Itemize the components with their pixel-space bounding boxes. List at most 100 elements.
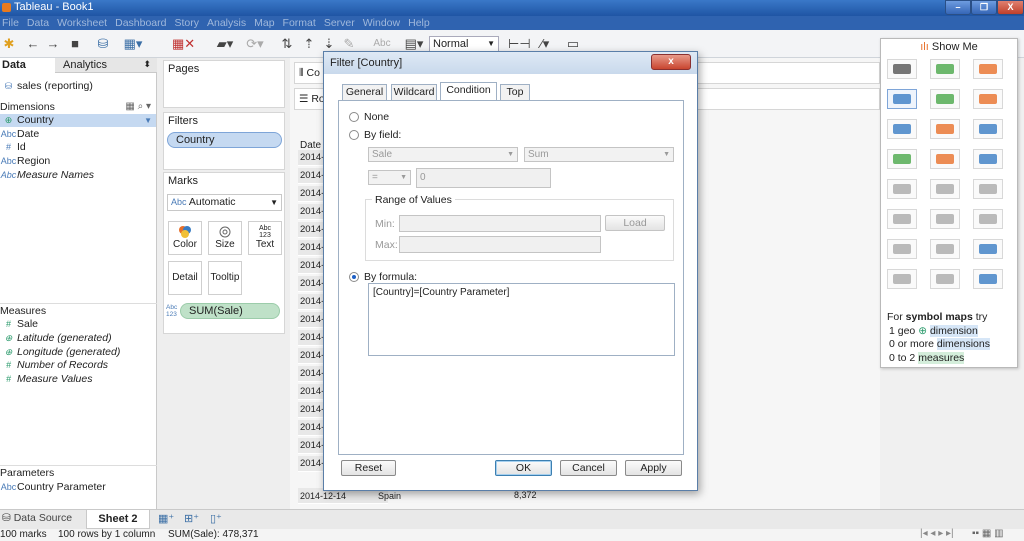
- max-input[interactable]: [399, 236, 601, 253]
- measure-pill-sum-sale[interactable]: SUM(Sale): [180, 303, 280, 319]
- menu-data[interactable]: Data: [23, 16, 53, 30]
- formula-textarea[interactable]: [Country]=[Country Parameter]: [368, 283, 675, 356]
- operator-select[interactable]: = ▼: [368, 170, 411, 185]
- pages-card[interactable]: Pages: [163, 60, 285, 108]
- chart-type-discrete-lines[interactable]: [930, 179, 960, 199]
- dimension-country[interactable]: ⊕ Country ▼: [0, 114, 156, 127]
- menu-map[interactable]: Map: [250, 16, 278, 30]
- menu-server[interactable]: Server: [320, 16, 359, 30]
- highlight-icon[interactable]: ▰▾: [214, 36, 236, 52]
- menu-dashboard[interactable]: Dashboard: [111, 16, 170, 30]
- color-button[interactable]: Color: [168, 221, 202, 255]
- chart-type-text-table[interactable]: [887, 59, 917, 79]
- menu-format[interactable]: Format: [279, 16, 320, 30]
- field-select[interactable]: Sale ▼: [368, 147, 518, 162]
- tab-general[interactable]: General: [342, 84, 387, 100]
- tableau-logo-icon[interactable]: ✱: [2, 36, 16, 52]
- measure-latitude[interactable]: ⊕ Latitude (generated): [0, 332, 112, 345]
- chart-type-heat-map[interactable]: [930, 59, 960, 79]
- min-input[interactable]: [399, 215, 601, 232]
- chart-type-scatter-plot[interactable]: [887, 239, 917, 259]
- aggregation-select[interactable]: Sum ▼: [524, 147, 674, 162]
- new-datasource-icon[interactable]: ⛁: [96, 36, 110, 52]
- chart-type-side-by-side-circles[interactable]: [973, 149, 1003, 169]
- menu-worksheet[interactable]: Worksheet: [53, 16, 111, 30]
- menu-analysis[interactable]: Analysis: [203, 16, 250, 30]
- search-icon[interactable]: ▦ ⌕ ▾: [125, 100, 151, 114]
- radio-by-field[interactable]: [349, 130, 359, 140]
- presentation-icon[interactable]: ∕▾: [534, 36, 556, 52]
- chart-type-symbol-map[interactable]: [887, 89, 917, 109]
- mark-type-select[interactable]: Abc Automatic ▼: [167, 194, 282, 211]
- measure-longitude[interactable]: ⊕ Longitude (generated): [0, 346, 121, 359]
- radio-by-formula[interactable]: [349, 272, 359, 282]
- tab-top[interactable]: Top: [500, 84, 530, 100]
- radio-none[interactable]: [349, 112, 359, 122]
- chart-type-packed-bubbles[interactable]: [973, 269, 1003, 289]
- chart-type-stacked-bars[interactable]: [930, 119, 960, 139]
- fix-axes-icon[interactable]: ⊢⊣: [508, 36, 531, 52]
- chart-type-bullet-graph[interactable]: [930, 269, 960, 289]
- size-button[interactable]: Size: [208, 221, 242, 255]
- pencil-icon[interactable]: ✎: [342, 36, 356, 52]
- filters-card[interactable]: Filters Country: [163, 112, 285, 170]
- tab-analytics[interactable]: Analytics: [63, 58, 107, 73]
- chart-type-filled-map[interactable]: [930, 89, 960, 109]
- value-input[interactable]: 0: [416, 168, 551, 188]
- chart-type-dual-combination[interactable]: [973, 209, 1003, 229]
- show-me-header[interactable]: ılı Show Me: [881, 39, 1017, 55]
- tab-wildcard[interactable]: Wildcard: [391, 84, 437, 100]
- measure-number-of-records[interactable]: # Number of Records: [0, 359, 108, 372]
- chevron-down-icon[interactable]: ▼: [144, 114, 152, 127]
- show-labels-icon[interactable]: Abc: [372, 36, 392, 52]
- dimension-region[interactable]: AbcRegion: [0, 155, 51, 168]
- redo-icon[interactable]: →: [46, 36, 60, 52]
- menu-window[interactable]: Window: [359, 16, 404, 30]
- close-window-button[interactable]: X: [997, 0, 1024, 15]
- measure-measure-values[interactable]: # Measure Values: [0, 373, 93, 386]
- parameter-country[interactable]: AbcCountry Parameter: [0, 481, 106, 494]
- tab-data-source[interactable]: ⛁ Data Source: [2, 512, 72, 524]
- load-button[interactable]: Load: [605, 215, 665, 231]
- view-cards-icon[interactable]: ▤▾: [400, 36, 428, 52]
- new-sheet-icon[interactable]: ▦⁺: [158, 512, 174, 525]
- refresh-icon[interactable]: ⟳▾: [244, 36, 266, 52]
- tab-data[interactable]: Data: [0, 58, 55, 73]
- menu-help[interactable]: Help: [404, 16, 434, 30]
- dimension-date[interactable]: AbcDate: [0, 128, 39, 141]
- new-story-icon[interactable]: ▯⁺: [210, 512, 222, 525]
- present-mode-icon[interactable]: ▭: [566, 36, 580, 52]
- cancel-button[interactable]: Cancel: [560, 460, 617, 476]
- chart-type-circle-views[interactable]: [930, 149, 960, 169]
- ok-button[interactable]: OK: [495, 460, 552, 476]
- sort-ascending-icon[interactable]: ⇡: [302, 36, 316, 52]
- undo-icon[interactable]: ←: [26, 36, 40, 52]
- datasource-item[interactable]: ⛁ sales (reporting): [0, 80, 93, 93]
- chart-type-dual-lines[interactable]: [973, 179, 1003, 199]
- chart-type-treemap[interactable]: [887, 149, 917, 169]
- view-mode-icons[interactable]: ▪▪ ▦ ▥: [972, 528, 1004, 539]
- sort-descending-icon[interactable]: ⇣: [322, 36, 336, 52]
- swap-icon[interactable]: ⇅: [280, 36, 294, 52]
- detail-button[interactable]: Detail: [168, 261, 202, 295]
- restore-button[interactable]: ❐: [971, 0, 997, 15]
- chart-type-continuous-lines[interactable]: [887, 179, 917, 199]
- new-worksheet-icon[interactable]: ▦▾: [122, 36, 144, 52]
- chart-type-side-by-side-bars[interactable]: [973, 119, 1003, 139]
- menu-story[interactable]: Story: [170, 16, 203, 30]
- tab-condition[interactable]: Condition: [440, 82, 497, 101]
- fit-select[interactable]: Normal ▼: [429, 36, 499, 52]
- text-button[interactable]: Abc 123 Text: [248, 221, 282, 255]
- chart-type-area-discrete[interactable]: [930, 209, 960, 229]
- minimize-button[interactable]: –: [945, 0, 971, 15]
- chart-type-pie-chart[interactable]: [973, 89, 1003, 109]
- chart-type-highlight-table[interactable]: [973, 59, 1003, 79]
- chart-type-area-continuous[interactable]: [887, 209, 917, 229]
- chart-type-gantt[interactable]: [887, 269, 917, 289]
- dimension-measure-names[interactable]: AbcMeasure Names: [0, 169, 94, 182]
- tooltip-button[interactable]: Tooltip: [208, 261, 242, 295]
- chart-type-box-whisker[interactable]: [973, 239, 1003, 259]
- dimension-id[interactable]: # Id: [0, 141, 26, 154]
- chart-type-horizontal-bars[interactable]: [887, 119, 917, 139]
- menu-file[interactable]: File: [0, 16, 23, 30]
